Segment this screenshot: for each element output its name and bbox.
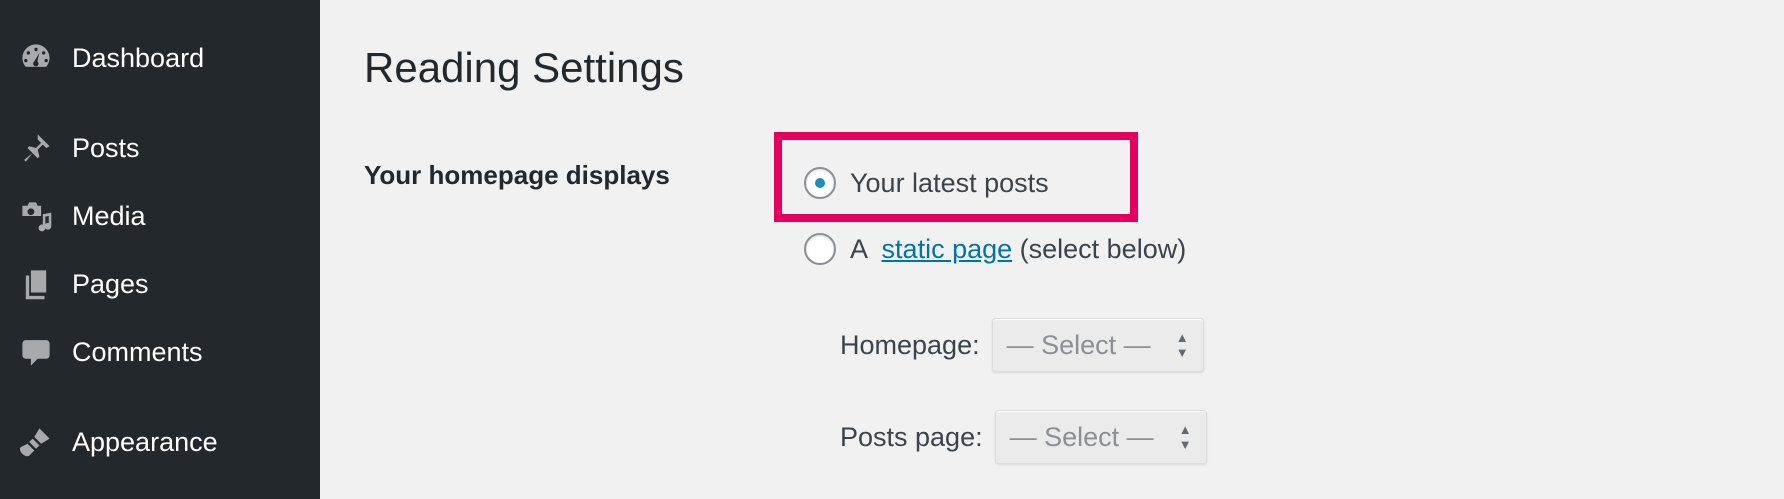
pin-icon [19, 131, 53, 165]
static-page-option[interactable]: A static page (select below) [804, 229, 1186, 269]
homepage-displays-label: Your homepage displays [364, 160, 670, 190]
latest-posts-radio[interactable] [804, 167, 836, 199]
select-arrows-icon: ▲ ▼ [1178, 422, 1192, 452]
static-page-prefix: A [850, 233, 875, 264]
admin-sidebar: Dashboard Posts Media Pages Comments App… [0, 0, 320, 499]
static-page-label: A static page (select below) [850, 234, 1186, 265]
media-icon [19, 199, 53, 233]
sidebar-item-comments[interactable]: Comments [0, 322, 320, 382]
sidebar-item-posts[interactable]: Posts [0, 118, 320, 178]
settings-main: Reading Settings Your homepage displays … [320, 0, 1784, 499]
posts-page-select-label: Posts page: [840, 421, 983, 452]
select-arrows-icon: ▲ ▼ [1175, 330, 1189, 360]
radio-selected-dot [815, 178, 825, 188]
sidebar-item-media[interactable]: Media [0, 186, 320, 246]
sidebar-item-label: Posts [72, 132, 140, 163]
homepage-select-value: — Select — [1006, 329, 1151, 360]
posts-page-select-value: — Select — [1009, 421, 1154, 452]
pages-icon [19, 267, 53, 301]
dashboard-icon [19, 41, 53, 75]
latest-posts-label: Your latest posts [850, 167, 1049, 198]
sidebar-item-label: Dashboard [72, 42, 205, 73]
posts-page-select[interactable]: — Select — ▲ ▼ [994, 410, 1207, 464]
homepage-select[interactable]: — Select — ▲ ▼ [991, 318, 1204, 372]
latest-posts-option[interactable]: Your latest posts [804, 163, 1049, 203]
homepage-select-row: Homepage: — Select — ▲ ▼ [840, 318, 1204, 372]
comment-icon [19, 335, 53, 369]
sidebar-item-label: Pages [72, 268, 149, 299]
sidebar-item-label: Media [72, 200, 146, 231]
homepage-select-label: Homepage: [840, 329, 980, 360]
sidebar-item-label: Comments [72, 336, 203, 367]
static-page-link[interactable]: static page [882, 234, 1013, 264]
page-title: Reading Settings [364, 44, 684, 91]
sidebar-item-pages[interactable]: Pages [0, 254, 320, 314]
static-page-suffix: (select below) [1012, 233, 1187, 264]
sidebar-item-label: Appearance [72, 426, 218, 457]
sidebar-item-dashboard[interactable]: Dashboard [0, 28, 320, 88]
static-page-radio[interactable] [804, 233, 836, 265]
sidebar-item-appearance[interactable]: Appearance [0, 412, 320, 472]
brush-icon [19, 425, 53, 459]
posts-page-select-row: Posts page: — Select — ▲ ▼ [840, 410, 1207, 464]
